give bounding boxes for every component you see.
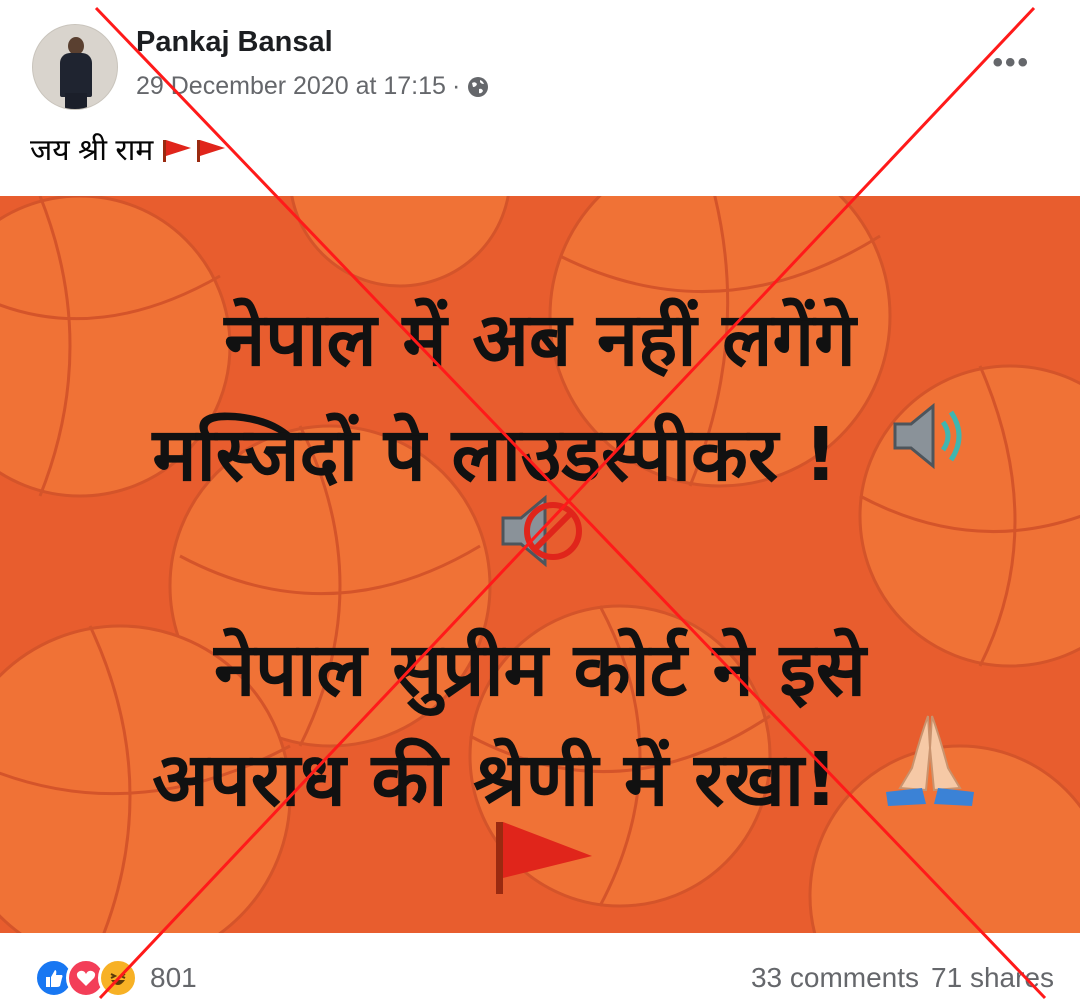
author-name[interactable]: Pankaj Bansal [136, 26, 333, 59]
caption-text: जय श्री राम [30, 134, 154, 167]
reactions-summary[interactable]: 801 [34, 958, 197, 998]
reaction-count: 801 [150, 962, 197, 993]
folded-hands-icon [886, 715, 974, 806]
muted-speaker-icon [501, 494, 582, 568]
meta-separator: · [451, 72, 461, 100]
post-stats: 33 comments 71 shares [751, 962, 1054, 994]
flag-icon [161, 134, 231, 164]
comments-link[interactable]: 33 comments [751, 962, 919, 994]
image-text-line-3: नेपाल सुप्रीम कोर्ट ने इसे [214, 627, 866, 713]
post-image[interactable]: नेपाल में अब नहीं लगेंगे मस्जिदों पे लाउ… [0, 196, 1080, 933]
post-footer: 801 33 comments 71 shares [0, 940, 1080, 1004]
globe-icon [466, 75, 490, 99]
post-timestamp[interactable]: 29 December 2020 at 17:15 [136, 72, 446, 101]
speaker-icon [893, 402, 962, 470]
post-caption: जय श्री राम [30, 128, 231, 169]
haha-icon [98, 958, 138, 998]
author-avatar[interactable] [32, 24, 118, 110]
post-meta: 29 December 2020 at 17:15 · [136, 72, 490, 101]
post-header: Pankaj Bansal 29 December 2020 at 17:15 … [0, 0, 1080, 167]
flag-icon [496, 822, 592, 894]
image-text-line-1: नेपाल में अब नहीं लगेंगे [224, 297, 856, 383]
shares-link[interactable]: 71 shares [931, 962, 1054, 994]
more-options-button[interactable]: ••• [992, 46, 1030, 80]
